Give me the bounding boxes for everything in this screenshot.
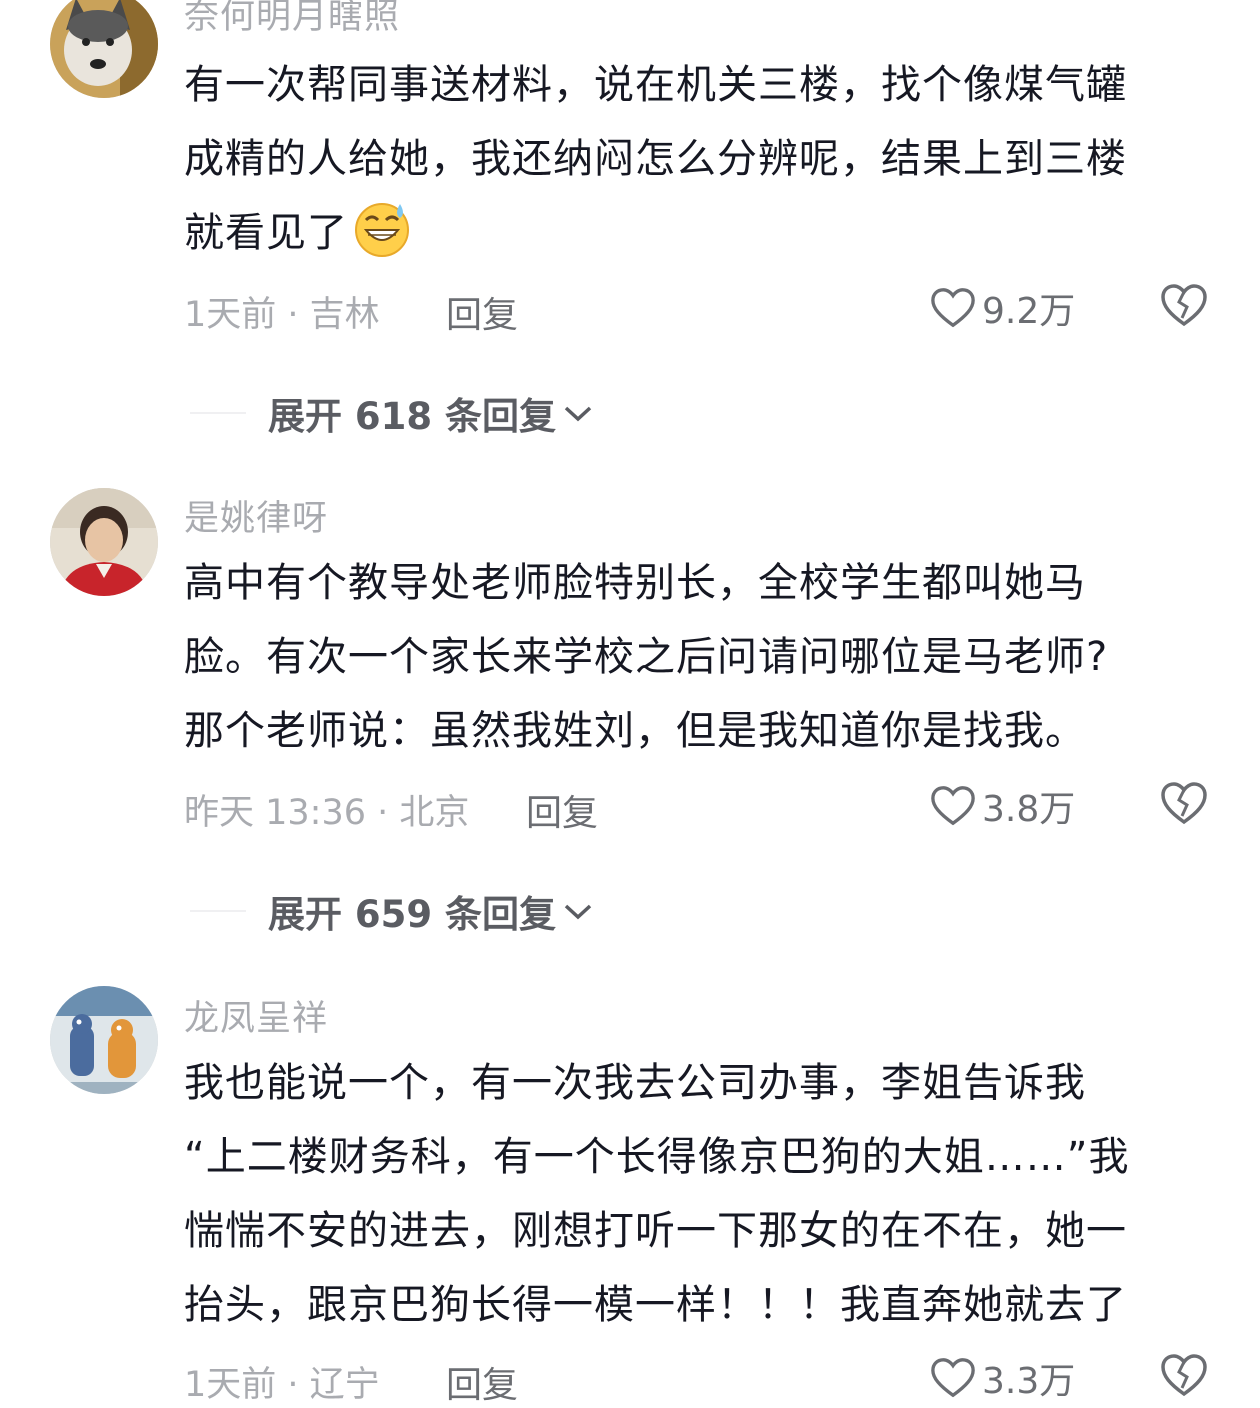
heart-icon xyxy=(931,1358,975,1398)
comment-text-line: 抬头，跟京巴狗长得一模一样！！！我直奔她就去了 xyxy=(184,1282,1127,1328)
user-avatar[interactable] xyxy=(50,986,158,1094)
comment-meta: 1天前 · 吉林 xyxy=(184,295,380,335)
person-red-avatar-icon xyxy=(50,488,158,596)
comment-username[interactable]: 龙凤呈祥 xyxy=(184,990,328,1041)
like-count: 3.8万 xyxy=(982,789,1076,830)
heart-icon xyxy=(931,288,975,328)
divider xyxy=(190,910,246,912)
cartoon-animals-avatar-icon xyxy=(50,986,158,1094)
comment-meta: 1天前 · 辽宁 xyxy=(184,1365,380,1405)
comment-text-line: 脸。有次一个家长来学校之后问请问哪位是马老师? xyxy=(184,634,1109,680)
chevron-down-icon xyxy=(564,904,592,920)
comment-text-line: 那个老师说：虽然我姓刘，但是我知道你是找我。 xyxy=(184,708,1086,754)
expand-replies-label: 展开 618 条回复 xyxy=(268,395,556,438)
like-button[interactable]: 3.3万 xyxy=(930,1352,1075,1404)
comment-text-line: “上二楼财务科，有一个长得像京巴狗的大姐……”我 xyxy=(184,1134,1130,1180)
like-count: 9.2万 xyxy=(982,291,1076,332)
comment-text: 我也能说一个，有一次我去公司办事，李姐告诉我 “上二楼财务科，有一个长得像京巴狗… xyxy=(184,1046,1224,1342)
like-count: 3.3万 xyxy=(982,1361,1076,1402)
comment-text-fragment: 就看见了 xyxy=(184,210,348,256)
comment-text-line: 就看见了 xyxy=(184,196,1224,270)
expand-replies-button[interactable]: 展开 618 条回复 xyxy=(190,386,594,440)
divider xyxy=(190,412,246,414)
comment-text-line: 高中有个教导处老师脸特别长，全校学生都叫她马 xyxy=(184,560,1086,606)
comment-text: 高中有个教导处老师脸特别长，全校学生都叫她马 脸。有次一个家长来学校之后问请问哪… xyxy=(184,546,1224,768)
reply-button[interactable]: 回复 xyxy=(446,286,518,338)
like-button[interactable]: 9.2万 xyxy=(930,282,1075,334)
user-avatar[interactable] xyxy=(50,488,158,596)
like-button[interactable]: 3.8万 xyxy=(930,780,1075,832)
comment-username[interactable]: 是姚律呀 xyxy=(184,490,328,541)
husky-avatar-icon xyxy=(50,0,158,98)
expand-replies-button[interactable]: 展开 659 条回复 xyxy=(190,884,594,938)
comment-text-line: 有一次帮同事送材料，说在机关三楼，找个像煤气罐 xyxy=(184,62,1127,108)
reply-button[interactable]: 回复 xyxy=(526,784,598,836)
broken-heart-icon[interactable] xyxy=(1160,780,1208,826)
broken-heart-icon[interactable] xyxy=(1160,1352,1208,1398)
reply-button[interactable]: 回复 xyxy=(446,1356,518,1408)
comment-text-line: 我也能说一个，有一次我去公司办事，李姐告诉我 xyxy=(184,1060,1086,1106)
chevron-down-icon xyxy=(564,406,592,422)
user-avatar[interactable] xyxy=(50,0,158,98)
comment-username[interactable]: 奈何明月瞎照 xyxy=(184,0,400,39)
comment-meta: 昨天 13:36 · 北京 xyxy=(184,793,470,833)
comment-text-line: 成精的人给她，我还纳闷怎么分辨呢，结果上到三楼 xyxy=(184,136,1127,182)
heart-icon xyxy=(931,786,975,826)
grinning-sweat-emoji-icon xyxy=(355,203,409,257)
expand-replies-label: 展开 659 条回复 xyxy=(268,893,556,936)
comment-text-line: 惴惴不安的进去，刚想打听一下那女的在不在，她一 xyxy=(184,1208,1127,1254)
broken-heart-icon[interactable] xyxy=(1160,282,1208,328)
comment-text: 有一次帮同事送材料，说在机关三楼，找个像煤气罐 成精的人给她，我还纳闷怎么分辨呢… xyxy=(184,48,1224,270)
